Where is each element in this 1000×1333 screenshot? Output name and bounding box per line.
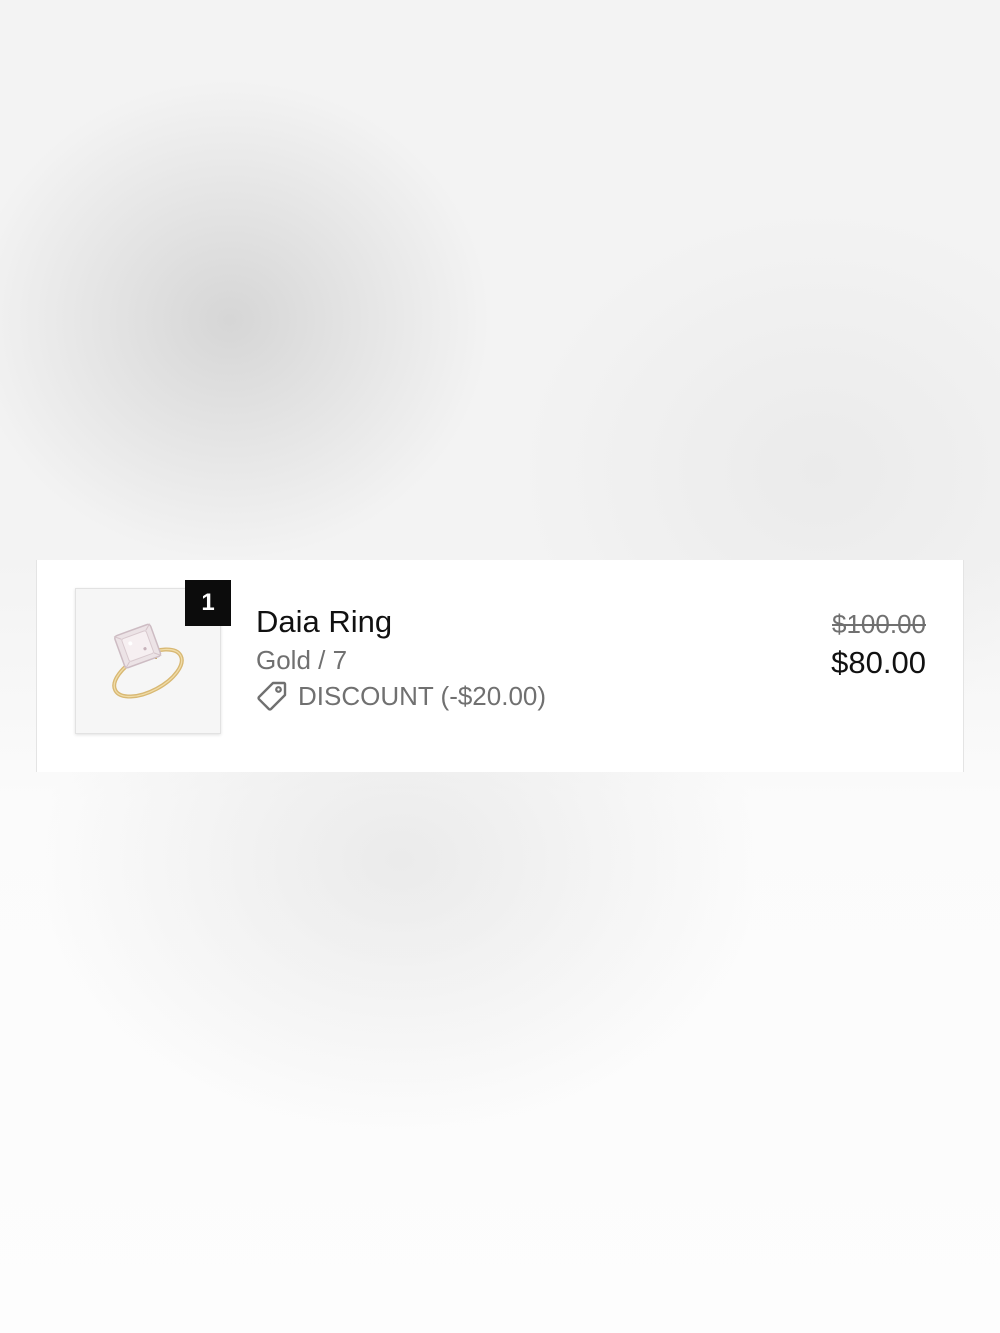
price-block: $100.00 $80.00 [831,606,926,684]
final-price: $80.00 [831,645,926,680]
discount-label: DISCOUNT (-$20.00) [298,681,547,711]
discount-row: DISCOUNT (-$20.00) [256,678,546,714]
product-variant: Gold / 7 [256,645,348,675]
original-price: $100.00 [832,609,926,639]
tag-icon [256,680,288,712]
quantity-badge: 1 [185,580,231,626]
product-name: Daia Ring [256,604,393,639]
product-info: Daia Ring Gold / 7 DISCOUNT (-$20.00) [256,602,546,714]
order-line-item: 1 Daia Ring Gold / 7 DISCOUNT (-$20.00) … [36,560,964,772]
